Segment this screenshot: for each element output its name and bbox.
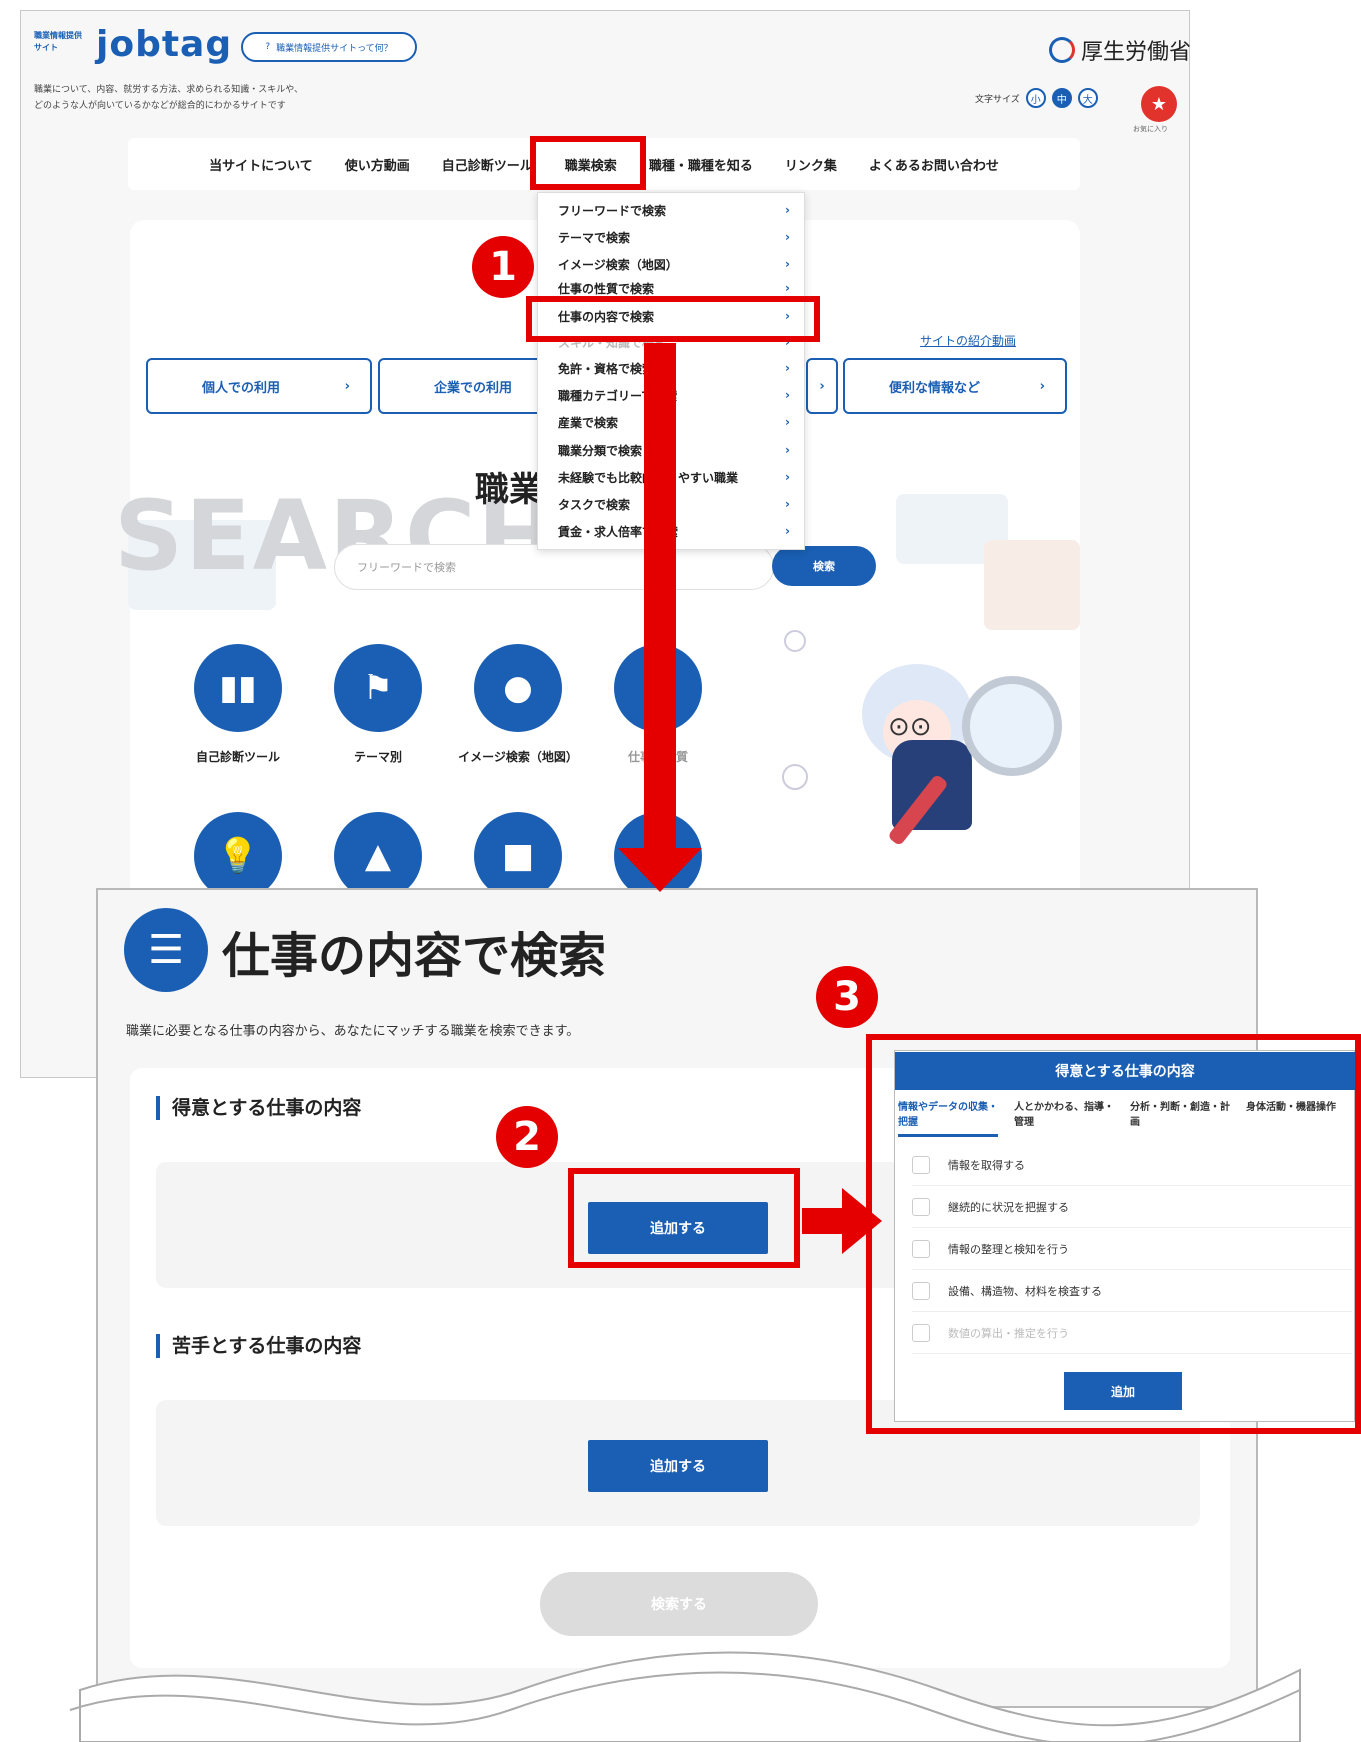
step-badge-3: 3 xyxy=(816,966,878,1028)
site-tagline: 職業について、内容、就労する方法、求められる知識・スキルや、 どのような人が向いて… xyxy=(34,85,304,111)
circle-label-image-map: イメージ検索（地図） xyxy=(458,750,578,764)
chevron-right-icon: › xyxy=(785,388,790,402)
chevron-right-icon: › xyxy=(785,443,790,457)
decorative-card xyxy=(984,540,1080,630)
site-logo[interactable]: jobtag xyxy=(96,24,232,65)
chevron-right-icon: › xyxy=(785,470,790,484)
chevron-right-icon: › xyxy=(785,230,790,244)
mascot-glasses-icon: ⊙⊙ xyxy=(888,712,932,742)
dropdown-item-free-word[interactable]: フリーワードで検索 › xyxy=(558,197,790,223)
graduation-cap-icon[interactable]: ▲ xyxy=(334,812,422,900)
arrow-head-down xyxy=(618,848,702,892)
section-title-good: 得意とする仕事の内容 xyxy=(156,1096,361,1120)
site-video-link[interactable]: サイトの紹介動画 xyxy=(920,332,1016,349)
chevron-right-icon: › xyxy=(785,257,790,271)
bubble-decoration xyxy=(782,764,808,790)
page-title: 仕事の内容で検索 xyxy=(222,928,607,984)
highlight-nav-job-search xyxy=(530,136,646,190)
nav-about[interactable]: 当サイトについて xyxy=(193,155,329,174)
highlight-job-content-item xyxy=(526,296,820,342)
font-size-medium-button[interactable]: 中 xyxy=(1051,88,1072,108)
corporate-use-button[interactable]: 企業での利用 xyxy=(378,358,558,414)
dropdown-item-image-map[interactable]: イメージ検索（地図） › xyxy=(558,251,790,277)
nav-videos[interactable]: 使い方動画 xyxy=(329,155,426,174)
nav-job-types[interactable]: 職種・職種を知る xyxy=(633,155,769,174)
personal-use-button[interactable]: 個人での利用 › xyxy=(146,358,372,414)
circle-label-theme: テーマ別 xyxy=(353,750,402,764)
add-bad-button[interactable]: 追加する xyxy=(588,1440,768,1492)
map-pin-icon[interactable]: ● xyxy=(474,644,562,732)
font-size-label: 文字サイズ xyxy=(975,94,1020,105)
ministry-mark-icon xyxy=(1049,37,1075,63)
chevron-right-icon: › xyxy=(785,281,790,295)
ministry-logo[interactable]: 厚生労働省 xyxy=(1049,34,1191,66)
dropdown-item-theme[interactable]: テーマで検索 › xyxy=(558,224,790,250)
search-button[interactable]: 検索 xyxy=(772,546,876,586)
help-icon: ? xyxy=(265,42,271,52)
nav-links[interactable]: リンク集 xyxy=(769,155,853,174)
search-submit-button[interactable]: 検索する xyxy=(540,1572,818,1636)
step-badge-1: 1 xyxy=(472,236,534,298)
circle-label-self-diagnosis: 自己診断ツール xyxy=(195,750,280,764)
chevron-right-icon: › xyxy=(785,524,790,538)
section-title-bad: 苦手とする仕事の内容 xyxy=(156,1334,361,1358)
chevron-right-icon: › xyxy=(785,497,790,511)
chevron-right-icon: › xyxy=(785,415,790,429)
site-logo-mark: 職業情報提供サイト xyxy=(34,31,82,52)
job-search-heading: 職業 xyxy=(475,470,543,510)
font-size-small-button[interactable]: 小 xyxy=(1025,88,1046,108)
arrow-down xyxy=(644,343,676,851)
list-icon: ☰ xyxy=(124,908,208,992)
bar-chart-icon[interactable]: ▮▮ xyxy=(194,644,282,732)
favorite-star-icon[interactable]: ★ xyxy=(1141,86,1177,122)
highlight-add-button xyxy=(568,1168,800,1268)
page-description: 職業に必要となる仕事の内容から、あなたにマッチする職業を検索できます。 xyxy=(126,1024,580,1039)
stack-icon[interactable]: ■ xyxy=(474,812,562,900)
lightbulb-icon[interactable]: 💡 xyxy=(194,812,282,900)
font-size-large-button[interactable]: 大 xyxy=(1077,88,1098,108)
favorite-label: お気に入り xyxy=(1133,125,1168,133)
flag-icon[interactable]: ⚑ xyxy=(334,644,422,732)
about-site-button[interactable]: ? 職業情報提供サイトって何？ xyxy=(241,32,417,62)
highlight-modal xyxy=(866,1034,1361,1434)
usage-button-hidden[interactable]: › xyxy=(806,358,838,414)
step-badge-2: 2 xyxy=(496,1106,558,1168)
chevron-right-icon: › xyxy=(785,361,790,375)
magnifier-icon xyxy=(962,676,1062,776)
nav-faq[interactable]: よくあるお問い合わせ xyxy=(853,155,1015,174)
free-word-search-input[interactable]: フリーワードで検索 xyxy=(334,544,774,590)
torn-edge-decoration xyxy=(69,1651,1301,1742)
useful-info-button[interactable]: 便利な情報など › xyxy=(843,358,1067,414)
bubble-decoration xyxy=(784,630,806,652)
chevron-right-icon: › xyxy=(785,203,790,217)
font-size-control: 文字サイズ 小 中 大 xyxy=(975,88,1098,108)
arrow-to-modal xyxy=(802,1208,846,1234)
